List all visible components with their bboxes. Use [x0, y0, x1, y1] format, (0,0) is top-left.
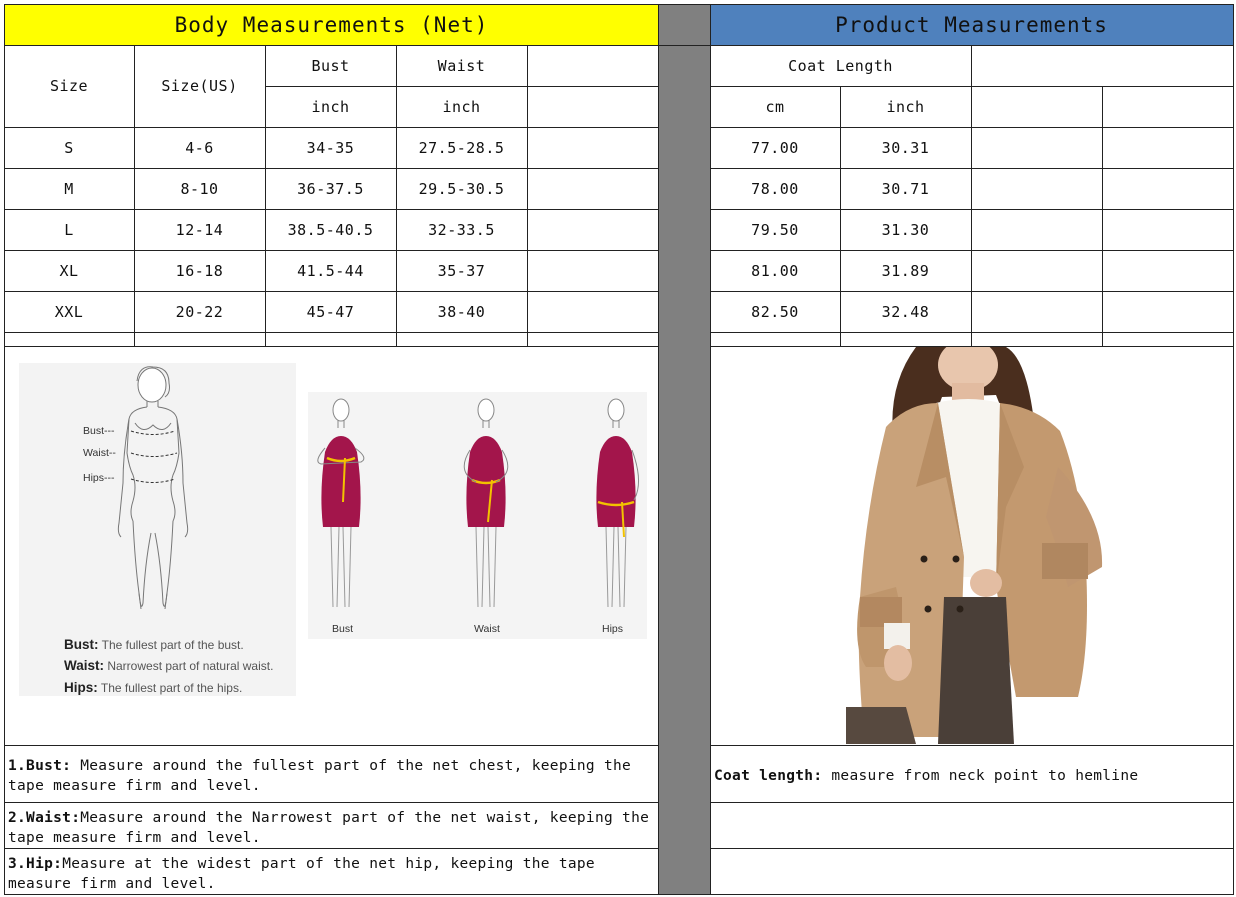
caption-bust: Bust: [332, 623, 354, 635]
col-coat-length-header: Coat Length: [788, 56, 893, 75]
cell-cm: 79.50: [751, 220, 799, 239]
cell-bust: 34-35: [306, 138, 355, 157]
cell-size-us: 20-22: [175, 302, 224, 321]
waist-definition-term: Waist:: [64, 658, 104, 673]
note-waist-term: 2.Waist:: [8, 810, 81, 826]
hips-line-label: Hips---: [83, 472, 115, 484]
note-bust-term: 1.Bust:: [8, 758, 72, 774]
col-bust-header: Bust: [311, 56, 350, 75]
cell-cm: 81.00: [751, 261, 799, 280]
cell-size: S: [64, 138, 74, 157]
hips-definition: Hips: The fullest part of the hips.: [64, 680, 242, 695]
note-coat-length-text: measure from neck point to hemline: [822, 768, 1139, 784]
cell-size-us: 12-14: [175, 220, 224, 239]
bust-definition-text: The fullest part of the bust.: [101, 638, 244, 652]
cell-cm: 82.50: [751, 302, 799, 321]
cell-bust: 41.5-44: [297, 261, 364, 280]
cell-waist: 38-40: [437, 302, 486, 321]
waist-definition: Waist: Narrowest part of natural waist.: [64, 658, 273, 673]
coat-model-illustration: [846, 347, 1103, 744]
cell-size: XL: [59, 261, 79, 280]
dress-measure-figures: Bust Waist Hips: [308, 392, 647, 639]
note-waist: 2.Waist:Measure around the Narrowest par…: [4, 808, 658, 848]
cell-cm: 78.00: [751, 179, 799, 198]
cell-size-us: 16-18: [175, 261, 224, 280]
cell-cm: 77.00: [751, 138, 799, 157]
col-waist-header: Waist: [437, 56, 486, 75]
bust-definition: Bust: The fullest part of the bust.: [64, 637, 244, 652]
cell-bust: 45-47: [306, 302, 355, 321]
caption-hips: Hips: [602, 623, 624, 635]
cell-inch: 31.30: [881, 220, 930, 239]
body-measurements-header: Body Measurements (Net): [4, 4, 659, 45]
cell-waist: 32-33.5: [428, 220, 495, 239]
bust-line-label: Bust---: [83, 425, 115, 437]
coat-product-photo: [846, 347, 1106, 744]
cell-size-us: 8-10: [180, 179, 219, 198]
cell-inch: 30.31: [881, 138, 930, 157]
note-coat-length-term: Coat length:: [714, 768, 823, 784]
cell-inch: 31.89: [881, 261, 930, 280]
bust-definition-term: Bust:: [64, 637, 99, 652]
note-coat-length: Coat length: measure from neck point to …: [710, 766, 1232, 786]
body-measurements-title: Body Measurements (Net): [174, 12, 489, 37]
col-waist-unit: inch: [442, 97, 481, 116]
product-measurements-title: Product Measurements: [835, 12, 1108, 37]
cell-size: L: [64, 220, 74, 239]
cell-size-us: 4-6: [185, 138, 214, 157]
cell-waist: 35-37: [437, 261, 486, 280]
cell-size: M: [64, 179, 74, 198]
waist-line-label: Waist--: [83, 447, 116, 459]
col-inch-unit: inch: [886, 97, 925, 116]
separator-column: [659, 4, 710, 895]
caption-waist: Waist: [474, 623, 500, 635]
product-measurements-header: Product Measurements: [710, 4, 1233, 45]
cell-bust: 36-37.5: [297, 179, 364, 198]
col-cm-unit: cm: [765, 97, 785, 116]
note-bust: 1.Bust: Measure around the fullest part …: [4, 756, 658, 796]
dress-measure-illustration: [317, 398, 639, 608]
hips-definition-term: Hips:: [64, 680, 98, 695]
cell-inch: 30.71: [881, 179, 930, 198]
cell-bust: 38.5-40.5: [287, 220, 374, 239]
size-chart: Body Measurements (Net) Product Measurem…: [0, 0, 1236, 897]
note-waist-text: Measure around the Narrowest part of the…: [8, 810, 650, 846]
note-bust-text: Measure around the fullest part of the n…: [8, 758, 632, 794]
waist-definition-text: Narrowest part of natural waist.: [107, 659, 274, 673]
col-bust-unit: inch: [311, 97, 350, 116]
note-hip-text: Measure at the widest part of the net hi…: [8, 856, 595, 892]
cell-size: XXL: [54, 302, 84, 321]
col-size-header: Size: [49, 77, 89, 95]
note-hip-term: 3.Hip:: [8, 856, 63, 872]
col-size-us-header: Size(US): [161, 77, 238, 95]
cell-waist: 29.5-30.5: [418, 179, 505, 198]
cell-inch: 32.48: [881, 302, 930, 321]
hips-definition-text: The fullest part of the hips.: [100, 681, 243, 695]
note-hip: 3.Hip:Measure at the widest part of the …: [4, 854, 658, 894]
cell-waist: 27.5-28.5: [418, 138, 505, 157]
body-outline-figure: Bust--- Waist-- Hips--- Bust: The fulles…: [19, 363, 296, 696]
